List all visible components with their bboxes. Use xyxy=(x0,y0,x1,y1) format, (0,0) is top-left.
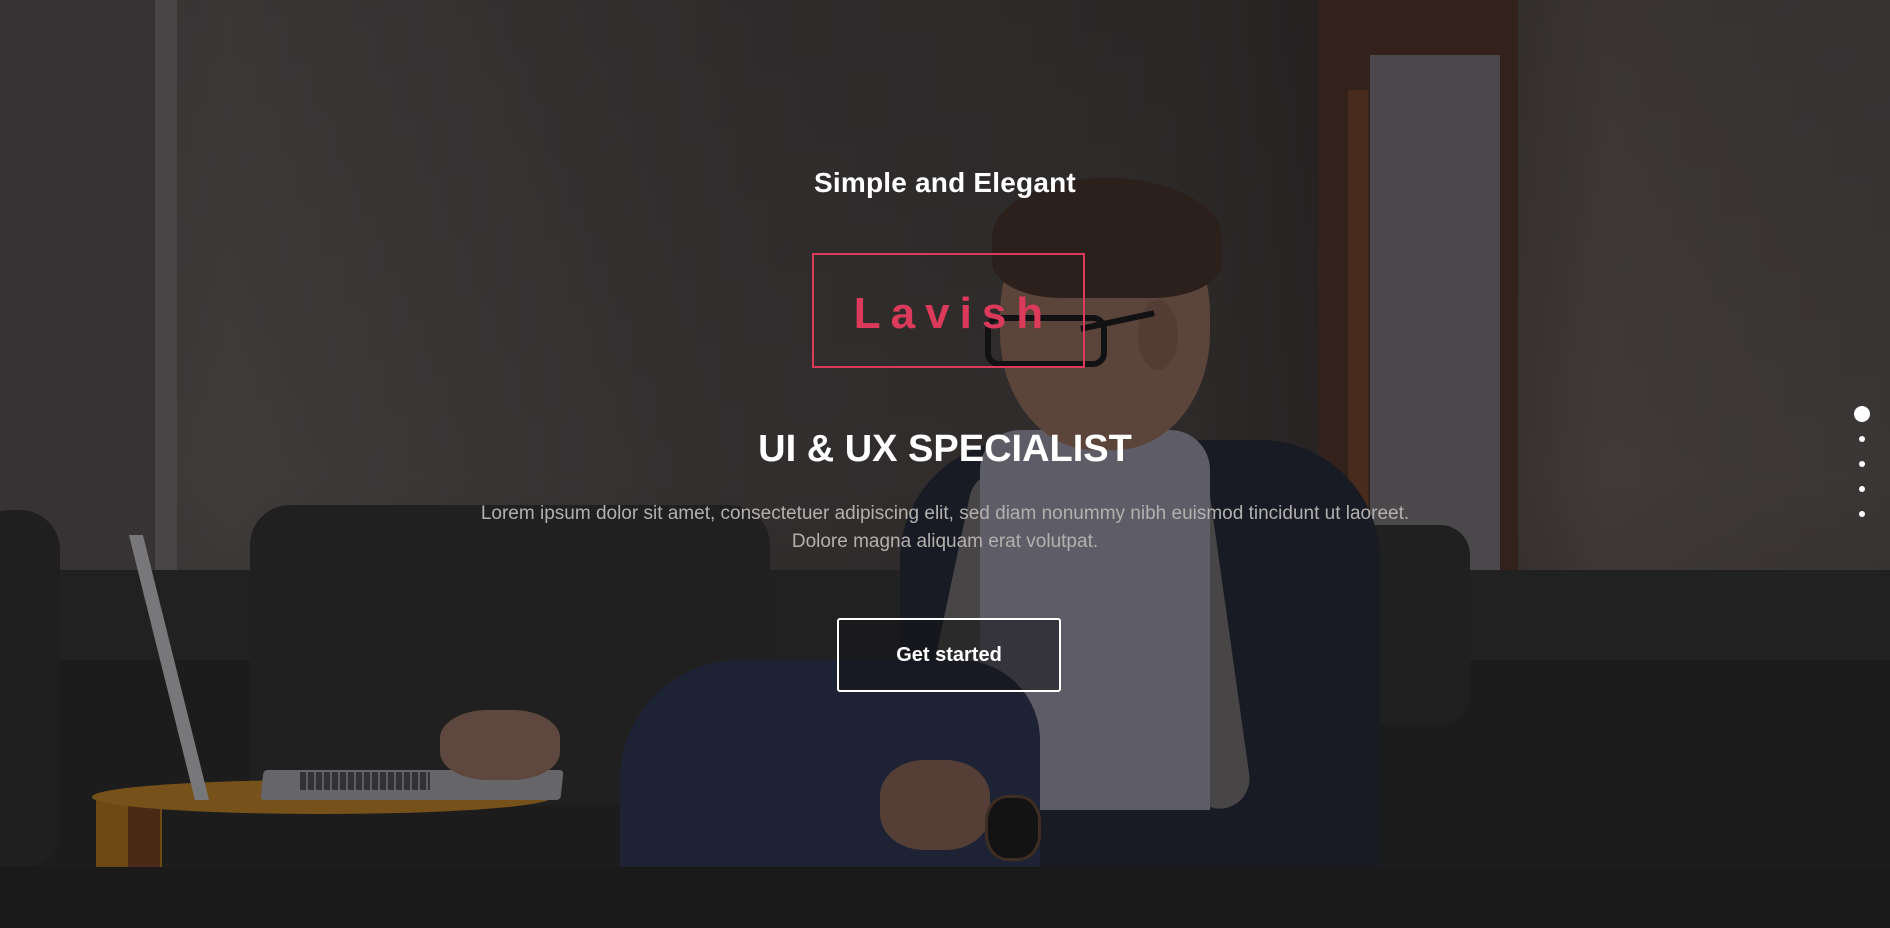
footer-band xyxy=(0,867,1890,928)
slider-dot-3[interactable] xyxy=(1859,461,1865,467)
brand-logo-text: Lavish xyxy=(853,289,1054,338)
brand-logo: Lavish xyxy=(812,253,1085,368)
slider-dot-2[interactable] xyxy=(1859,436,1865,442)
slider-dot-1-active[interactable] xyxy=(1854,406,1870,422)
slider-pagination xyxy=(1848,404,1876,534)
hero-content: Simple and Elegant Lavish UI & UX SPECIA… xyxy=(0,0,1890,867)
hero-headline: UI & UX SPECIALIST xyxy=(758,428,1132,470)
hero-section: Simple and Elegant Lavish UI & UX SPECIA… xyxy=(0,0,1890,867)
slider-dot-5[interactable] xyxy=(1859,511,1865,517)
hero-tagline: Simple and Elegant xyxy=(814,167,1076,198)
hero-description: Lorem ipsum dolor sit amet, consectetuer… xyxy=(480,503,1410,552)
slider-dot-4[interactable] xyxy=(1859,486,1865,492)
get-started-button[interactable]: Get started xyxy=(837,618,1061,692)
